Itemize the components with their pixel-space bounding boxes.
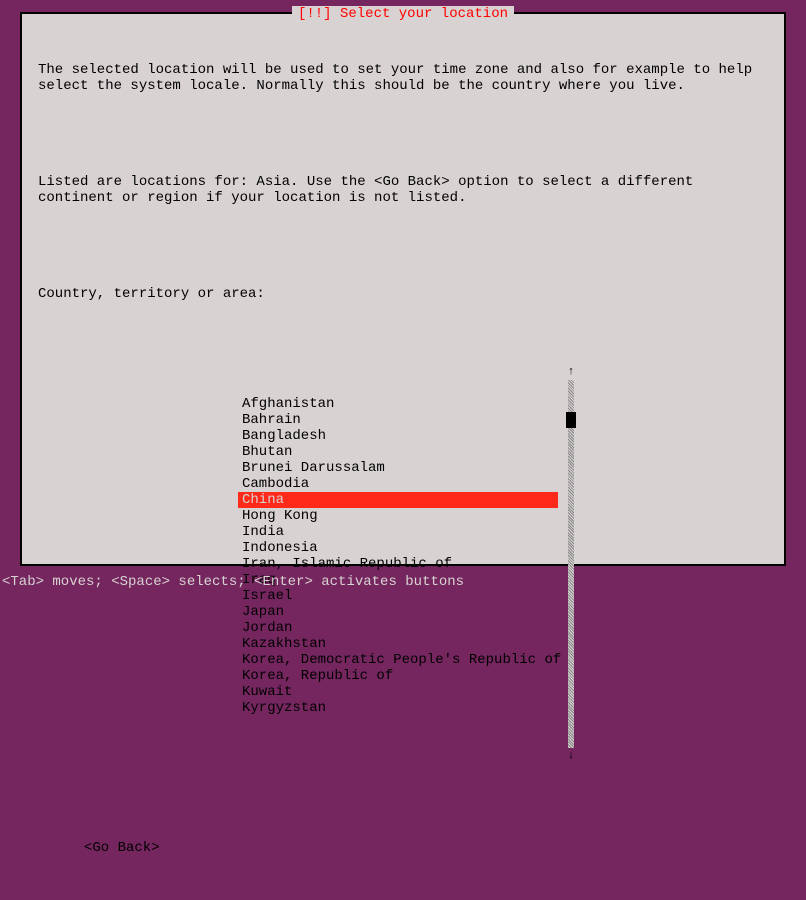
list-item[interactable]: Bhutan (238, 444, 558, 460)
list-item[interactable]: Iran, Islamic Republic of (238, 556, 558, 572)
location-dialog: [!!] Select your location The selected l… (20, 12, 786, 566)
list-item[interactable]: Kazakhstan (238, 636, 558, 652)
list-item[interactable]: Japan (238, 604, 558, 620)
description-line-1: The selected location will be used to se… (38, 62, 768, 94)
location-list[interactable]: AfghanistanBahrainBangladeshBhutanBrunei… (238, 364, 558, 764)
list-item[interactable]: Hong Kong (238, 508, 558, 524)
prompt-label: Country, territory or area: (38, 286, 768, 302)
scroll-track[interactable] (568, 380, 574, 748)
list-item[interactable]: Israel (238, 588, 558, 604)
scrollbar[interactable]: ↑ ↓ (566, 364, 576, 764)
list-item[interactable]: Bahrain (238, 412, 558, 428)
list-item[interactable]: Afghanistan (238, 396, 558, 412)
list-item[interactable]: Brunei Darussalam (238, 460, 558, 476)
list-item[interactable]: Korea, Republic of (238, 668, 558, 684)
list-item[interactable]: Korea, Democratic People's Republic of (238, 652, 558, 668)
list-item[interactable]: Indonesia (238, 540, 558, 556)
go-back-button[interactable]: <Go Back> (84, 840, 768, 856)
scroll-down-icon[interactable]: ↓ (566, 748, 576, 764)
description-line-2: Listed are locations for: Asia. Use the … (38, 174, 768, 206)
scroll-up-icon[interactable]: ↑ (566, 364, 576, 380)
status-bar: <Tab> moves; <Space> selects; <Enter> ac… (2, 574, 464, 590)
list-item[interactable]: Bangladesh (238, 428, 558, 444)
list-item[interactable]: China (238, 492, 558, 508)
list-item[interactable]: Kyrgyzstan (238, 700, 558, 716)
list-item[interactable]: Cambodia (238, 476, 558, 492)
list-item[interactable]: India (238, 524, 558, 540)
dialog-title: [!!] Select your location (292, 6, 514, 22)
scroll-thumb[interactable] (566, 412, 576, 428)
list-item[interactable]: Jordan (238, 620, 558, 636)
dialog-title-bar: [!!] Select your location (22, 6, 784, 22)
list-item[interactable]: Kuwait (238, 684, 558, 700)
dialog-content: The selected location will be used to se… (22, 14, 784, 900)
